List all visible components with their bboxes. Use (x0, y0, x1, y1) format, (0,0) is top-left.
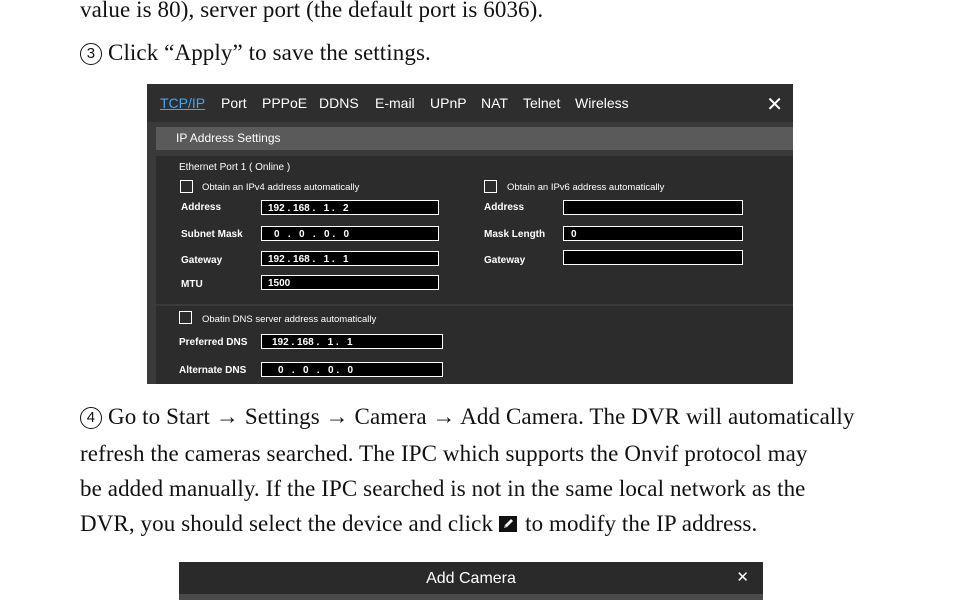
tab-pppoe[interactable]: PPPoE (262, 95, 307, 111)
tab-bar: TCP/IP Port PPPoE DDNS E-mail UPnP NAT T… (147, 84, 793, 122)
port-label: Ethernet Port 1 ( Online ) (179, 162, 291, 173)
text-line: DVR, you should select the device and cl… (80, 511, 757, 537)
step-4-text: Go to Start → Settings → Camera → Add Ca… (108, 404, 855, 429)
edit-icon (499, 516, 518, 532)
mask-length-input[interactable]: 0 (563, 226, 743, 241)
tab-upnp[interactable]: UPnP (430, 95, 467, 111)
text-segment: DVR, you should select the device and cl… (80, 511, 494, 536)
add-camera-dialog: Add Camera ✕ (179, 562, 763, 600)
ipv4-auto-checkbox[interactable] (180, 180, 193, 193)
tab-port[interactable]: Port (221, 95, 247, 111)
tab-email[interactable]: E-mail (375, 95, 415, 111)
address-input[interactable]: 192 . 168 . 1 . 2 (261, 200, 439, 215)
tab-wireless[interactable]: Wireless (575, 95, 629, 111)
subnet-label: Subnet Mask (181, 229, 243, 240)
text-line: refresh the cameras searched. The IPC wh… (80, 441, 808, 466)
mtu-input[interactable]: 1500 (261, 275, 439, 290)
close-icon[interactable]: ✕ (736, 568, 749, 586)
step-number: 4 (80, 407, 102, 429)
v6-address-input[interactable] (563, 200, 743, 215)
text-line: be added manually. If the IPC searched i… (80, 476, 806, 501)
step-4: 4 Go to Start → Settings → Camera → Add C… (80, 404, 855, 430)
ipv6-auto-checkbox[interactable] (484, 180, 497, 193)
tab-ddns[interactable]: DDNS (319, 95, 359, 111)
dialog-title: Add Camera (426, 570, 516, 587)
preferred-dns-label: Preferred DNS (179, 337, 248, 348)
alternate-dns-input[interactable]: 0 . 0 . 0 . 0 (261, 362, 443, 377)
close-icon[interactable]: ✕ (766, 92, 783, 117)
section-title: IP Address Settings (176, 131, 281, 145)
text-segment: to modify the IP address. (525, 511, 758, 536)
dns-panel: Obatin DNS server address automatically … (156, 306, 793, 384)
tab-telnet[interactable]: Telnet (523, 95, 560, 111)
ethernet-panel: Ethernet Port 1 ( Online ) Obtain an IPv… (156, 156, 793, 304)
step-3-text: Click “Apply” to save the settings. (108, 40, 431, 65)
network-settings-dialog: TCP/IP Port PPPoE DDNS E-mail UPnP NAT T… (147, 84, 793, 384)
ipv4-auto-label: Obtain an IPv4 address automatically (202, 182, 360, 193)
mtu-label: MTU (181, 279, 203, 290)
alternate-dns-label: Alternate DNS (179, 365, 247, 376)
dns-auto-checkbox[interactable] (179, 311, 192, 324)
tab-nat[interactable]: NAT (481, 95, 508, 111)
v6-gateway-input[interactable] (563, 250, 743, 265)
dialog-body-edge (179, 594, 763, 600)
subnet-input[interactable]: 0 . 0 . 0 . 0 (261, 226, 439, 241)
address-label: Address (181, 202, 222, 213)
text-line: value is 80), server port (the default p… (80, 0, 544, 22)
preferred-dns-input[interactable]: 192 . 168 . 1 . 1 (261, 334, 443, 349)
v6-gateway-label: Gateway (484, 255, 526, 266)
ipv6-auto-label: Obtain an IPv6 address automatically (507, 182, 665, 193)
gateway-input[interactable]: 192 . 168 . 1 . 1 (261, 251, 439, 266)
mask-length-label: Mask Length (484, 229, 546, 240)
dns-auto-label: Obatin DNS server address automatically (202, 314, 377, 325)
gateway-label: Gateway (181, 255, 223, 266)
tab-tcpip[interactable]: TCP/IP (160, 95, 205, 111)
v6-address-label: Address (484, 202, 525, 213)
step-number: 3 (80, 43, 102, 65)
section-header: IP Address Settings (156, 127, 793, 150)
step-3: 3 Click “Apply” to save the settings. (80, 40, 431, 66)
